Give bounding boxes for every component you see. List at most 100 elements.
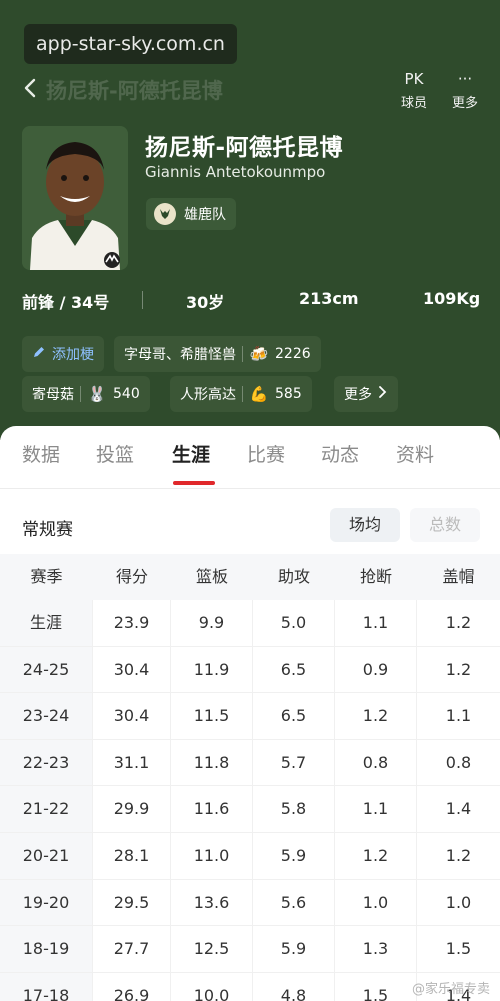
stat-cell: 26.9 <box>93 972 171 1001</box>
footer-watermark: @家乐福专卖 <box>411 982 490 997</box>
tag-item[interactable]: 字母哥、希腊怪兽 🍻 2226 <box>114 336 321 372</box>
season-cell: 21-22 <box>0 786 93 832</box>
more-label: 更多 <box>451 96 478 111</box>
pencil-icon <box>32 345 46 363</box>
stat-cell: 27.7 <box>93 926 171 972</box>
pk-button[interactable]: PK 球员 <box>394 68 434 111</box>
more-tags-button[interactable]: 更多 <box>334 376 398 412</box>
stat-cell: 5.8 <box>253 786 335 832</box>
header-season: 赛季 <box>30 567 63 586</box>
stat-cell: 5.9 <box>253 832 335 879</box>
rabbit-icon: 🐰 <box>87 385 107 403</box>
beer-icon: 🍻 <box>249 345 269 363</box>
tab-data[interactable]: 数据 <box>22 440 60 467</box>
section-title: 常规赛 <box>22 520 73 540</box>
back-button[interactable] <box>20 76 42 100</box>
table-row[interactable]: 19-20 29.5 13.6 5.6 1.0 1.0 <box>0 879 500 927</box>
stat-cell: 6.5 <box>253 646 335 693</box>
section-header: 常规赛 场均 总数 <box>0 506 500 546</box>
stat-cell: 1.5 <box>445 939 472 959</box>
tag-text: 寄母菇 <box>32 387 74 403</box>
player-age: 30岁 <box>186 293 225 312</box>
stat-cell: 11.0 <box>171 832 253 879</box>
tab-news[interactable]: 动态 <box>321 440 359 467</box>
tag-item[interactable]: 寄母菇 🐰 540 <box>22 376 150 412</box>
stat-cell: 4.8 <box>253 972 335 1001</box>
more-button[interactable]: ··· 更多 <box>445 68 485 111</box>
per-game-toggle[interactable]: 场均 <box>330 508 400 542</box>
table-row[interactable]: 20-21 28.1 11.0 5.9 1.2 1.2 <box>0 832 500 880</box>
tag-divider <box>242 386 243 402</box>
player-name-cn: 扬尼斯-阿德托昆博 <box>145 135 344 161</box>
stat-cell: 0.8 <box>335 739 417 786</box>
tab-divider <box>0 488 500 489</box>
season-cell: 24-25 <box>0 646 93 693</box>
stat-cell: 1.2 <box>445 659 472 679</box>
header-rebounds: 篮板 <box>195 567 228 586</box>
stat-cell: 5.6 <box>253 879 335 926</box>
chevron-left-icon <box>24 78 36 98</box>
add-tag-label: 添加梗 <box>52 347 94 363</box>
stat-cell: 1.2 <box>335 832 417 879</box>
tab-shooting[interactable]: 投篮 <box>96 440 134 467</box>
player-height: 213cm <box>299 289 359 308</box>
table-row[interactable]: 21-22 29.9 11.6 5.8 1.1 1.4 <box>0 786 500 833</box>
header-blocks: 盖帽 <box>442 567 475 586</box>
stat-cell: 1.4 <box>445 799 472 819</box>
tag-text: 字母哥、希腊怪兽 <box>124 347 236 363</box>
stat-cell: 0.8 <box>445 752 472 772</box>
stat-cell: 1.0 <box>445 892 472 912</box>
stat-cell: 29.9 <box>93 786 171 832</box>
stat-cell: 30.4 <box>93 693 171 739</box>
stat-cell: 5.9 <box>253 926 335 972</box>
stat-cell: 29.5 <box>93 879 171 926</box>
header-points: 得分 <box>115 567 148 586</box>
stat-cell: 11.9 <box>171 646 253 693</box>
table-header: 赛季 得分 篮板 助攻 抢断 盖帽 <box>0 554 500 600</box>
stat-cell: 13.6 <box>171 879 253 926</box>
stat-cell: 11.6 <box>171 786 253 832</box>
season-cell: 19-20 <box>0 879 93 926</box>
nav-title: 扬尼斯-阿德托昆博 <box>46 79 223 103</box>
table-row[interactable]: 生涯 23.9 9.9 5.0 1.1 1.2 <box>0 600 500 647</box>
tab-career[interactable]: 生涯 <box>172 440 210 467</box>
table-row[interactable]: 22-23 31.1 11.8 5.7 0.8 0.8 <box>0 739 500 787</box>
table-row[interactable]: 24-25 30.4 11.9 6.5 0.9 1.2 <box>0 646 500 694</box>
stat-cell: 1.5 <box>335 972 417 1001</box>
career-stats-table: 赛季 得分 篮板 助攻 抢断 盖帽 生涯 23.9 9.9 5.0 1.1 1.2 24-2… <box>0 554 500 1001</box>
player-info-row: 前锋 / 34号 30岁 213cm 109Kg <box>0 286 500 314</box>
stat-cell: 1.1 <box>335 786 417 832</box>
active-tab-indicator <box>173 481 215 485</box>
season-cell: 生涯 <box>0 600 93 646</box>
table-body: 生涯 23.9 9.9 5.0 1.1 1.2 24-25 30.4 11.9 6.5 0.9 1.2… <box>0 600 500 1001</box>
tag-text: 人形高达 <box>180 387 236 403</box>
tag-count: 585 <box>275 386 302 402</box>
tab-profile[interactable]: 资料 <box>396 440 434 467</box>
stat-cell: 28.1 <box>93 832 171 879</box>
career-stats-panel: 数据 投篮 生涯 比赛 动态 资料 常规赛 场均 总数 赛季 得分 篮板 助攻 … <box>0 426 500 1001</box>
more-dots-icon: ··· <box>457 70 473 88</box>
season-cell: 18-19 <box>0 926 93 972</box>
season-cell: 23-24 <box>0 693 93 739</box>
chevron-right-icon <box>378 385 388 403</box>
tab-games[interactable]: 比赛 <box>247 440 285 467</box>
add-tag-button[interactable]: 添加梗 <box>22 336 104 372</box>
tag-count: 2226 <box>275 346 311 362</box>
tag-count: 540 <box>113 386 140 402</box>
team-chip[interactable]: 雄鹿队 <box>146 198 236 230</box>
table-row[interactable]: 23-24 30.4 11.5 6.5 1.2 1.1 <box>0 693 500 740</box>
pk-label: 球员 <box>400 96 427 111</box>
table-row[interactable]: 18-19 27.7 12.5 5.9 1.3 1.5 <box>0 926 500 973</box>
bucks-logo-icon <box>154 203 176 225</box>
position-number: 前锋 / 34号 <box>22 293 110 312</box>
stat-cell: 1.1 <box>445 706 472 726</box>
tag-item[interactable]: 人形高达 💪 585 <box>170 376 312 412</box>
stat-cell: 1.2 <box>445 845 472 865</box>
player-weight: 109Kg <box>423 289 481 308</box>
stat-cell: 6.5 <box>253 693 335 739</box>
tag-divider <box>80 386 81 402</box>
totals-toggle[interactable]: 总数 <box>410 508 480 542</box>
url-watermark: app-star-sky.com.cn <box>24 24 237 64</box>
stat-cell: 12.5 <box>171 926 253 972</box>
info-divider <box>142 291 143 309</box>
